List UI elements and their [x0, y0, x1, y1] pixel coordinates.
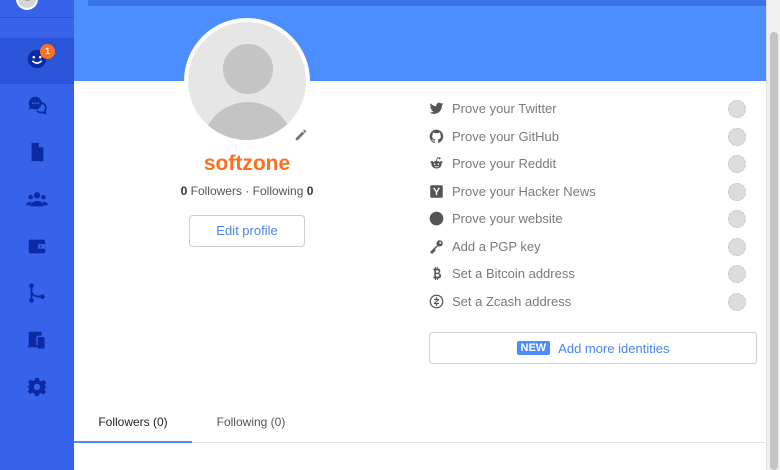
sidebar-item-files[interactable] [0, 131, 74, 177]
proof-label: Add a PGP key [452, 238, 541, 254]
following-count[interactable]: 0 [307, 184, 314, 198]
zcash-icon [428, 293, 444, 309]
pencil-icon[interactable] [294, 128, 310, 144]
identity-proofs-list: Prove your Twitter Prove your GitHub Pro… [428, 95, 758, 315]
proof-label: Set a Bitcoin address [452, 266, 575, 282]
sidebar-item-devices[interactable] [0, 319, 74, 365]
twitter-icon [428, 101, 444, 117]
user-avatar[interactable] [16, 0, 38, 10]
gear-icon [26, 376, 48, 403]
proof-status-indicator [728, 237, 746, 256]
tab-following[interactable]: Following (0) [192, 402, 310, 443]
notification-badge: 1 [40, 44, 55, 59]
followers-label[interactable]: Followers [191, 184, 242, 198]
add-identities-label: Add more identities [558, 340, 670, 356]
follow-counts: 0 Followers · Following 0 [150, 184, 344, 198]
proof-item-website[interactable]: Prove your website [428, 205, 758, 233]
proof-status-indicator [728, 127, 746, 146]
avatar-head [223, 44, 273, 94]
scrollbar-thumb[interactable] [770, 32, 778, 470]
proof-status-indicator [728, 210, 746, 228]
proof-label: Prove your Reddit [452, 156, 557, 172]
proof-item-github[interactable]: Prove your GitHub [428, 123, 758, 151]
add-identities-button[interactable]: NEW Add more identities [429, 332, 757, 364]
proof-label: Prove your Twitter [452, 101, 557, 117]
followers-count[interactable]: 0 [181, 184, 188, 198]
proof-item-zcash[interactable]: Set a Zcash address [428, 288, 758, 316]
proof-item-bitcoin[interactable]: Set a Bitcoin address [428, 260, 758, 288]
chat-bubbles-icon [26, 94, 48, 121]
proof-label: Prove your Hacker News [452, 183, 596, 199]
reddit-icon [428, 156, 444, 172]
git-branch-icon [26, 282, 48, 309]
proof-item-twitter[interactable]: Prove your Twitter [428, 95, 758, 123]
proof-label: Set a Zcash address [452, 293, 572, 309]
avatar-body [202, 102, 294, 140]
bitcoin-icon [428, 266, 444, 282]
proof-status-indicator [728, 100, 746, 118]
devices-icon [26, 329, 48, 356]
globe-icon [428, 211, 444, 227]
proof-status-indicator [728, 182, 746, 201]
sidebar-item-wallet[interactable] [0, 225, 74, 271]
sidebar-item-chat[interactable] [0, 84, 74, 130]
proof-status-indicator [728, 265, 746, 283]
scrollbar[interactable] [766, 0, 780, 470]
hackernews-icon [428, 183, 444, 199]
new-badge: NEW [516, 341, 551, 355]
edit-profile-button[interactable]: Edit profile [189, 215, 305, 247]
proof-label: Prove your website [452, 211, 563, 227]
username: softzone [203, 152, 291, 175]
profile-avatar[interactable] [184, 18, 310, 144]
proof-item-reddit[interactable]: Prove your Reddit [428, 150, 758, 178]
sidebar-item-teams[interactable] [0, 178, 74, 224]
sidebar-item-people[interactable]: 1 [0, 38, 74, 84]
teams-icon [25, 188, 49, 215]
sidebar-item-settings[interactable] [0, 366, 74, 412]
sidebar-divider [0, 17, 74, 18]
github-icon [428, 128, 444, 144]
proof-status-indicator [728, 155, 746, 173]
sidebar-item-git[interactable] [0, 272, 74, 318]
file-icon [26, 141, 48, 168]
following-label[interactable]: Following [253, 184, 304, 198]
proof-status-indicator [728, 292, 746, 311]
proof-label: Prove your GitHub [452, 128, 559, 144]
separator: · [245, 184, 250, 198]
followers-tabs: Followers (0) Following (0) [74, 402, 766, 443]
proof-item-hackernews[interactable]: Prove your Hacker News [428, 178, 758, 206]
key-icon [428, 238, 444, 254]
tab-followers[interactable]: Followers (0) [74, 402, 192, 443]
profile-banner [74, 0, 766, 81]
wallet-icon [26, 235, 48, 262]
sidebar: 1 [0, 0, 74, 470]
banner-top-strip [88, 0, 768, 6]
proof-item-pgp[interactable]: Add a PGP key [428, 233, 758, 261]
